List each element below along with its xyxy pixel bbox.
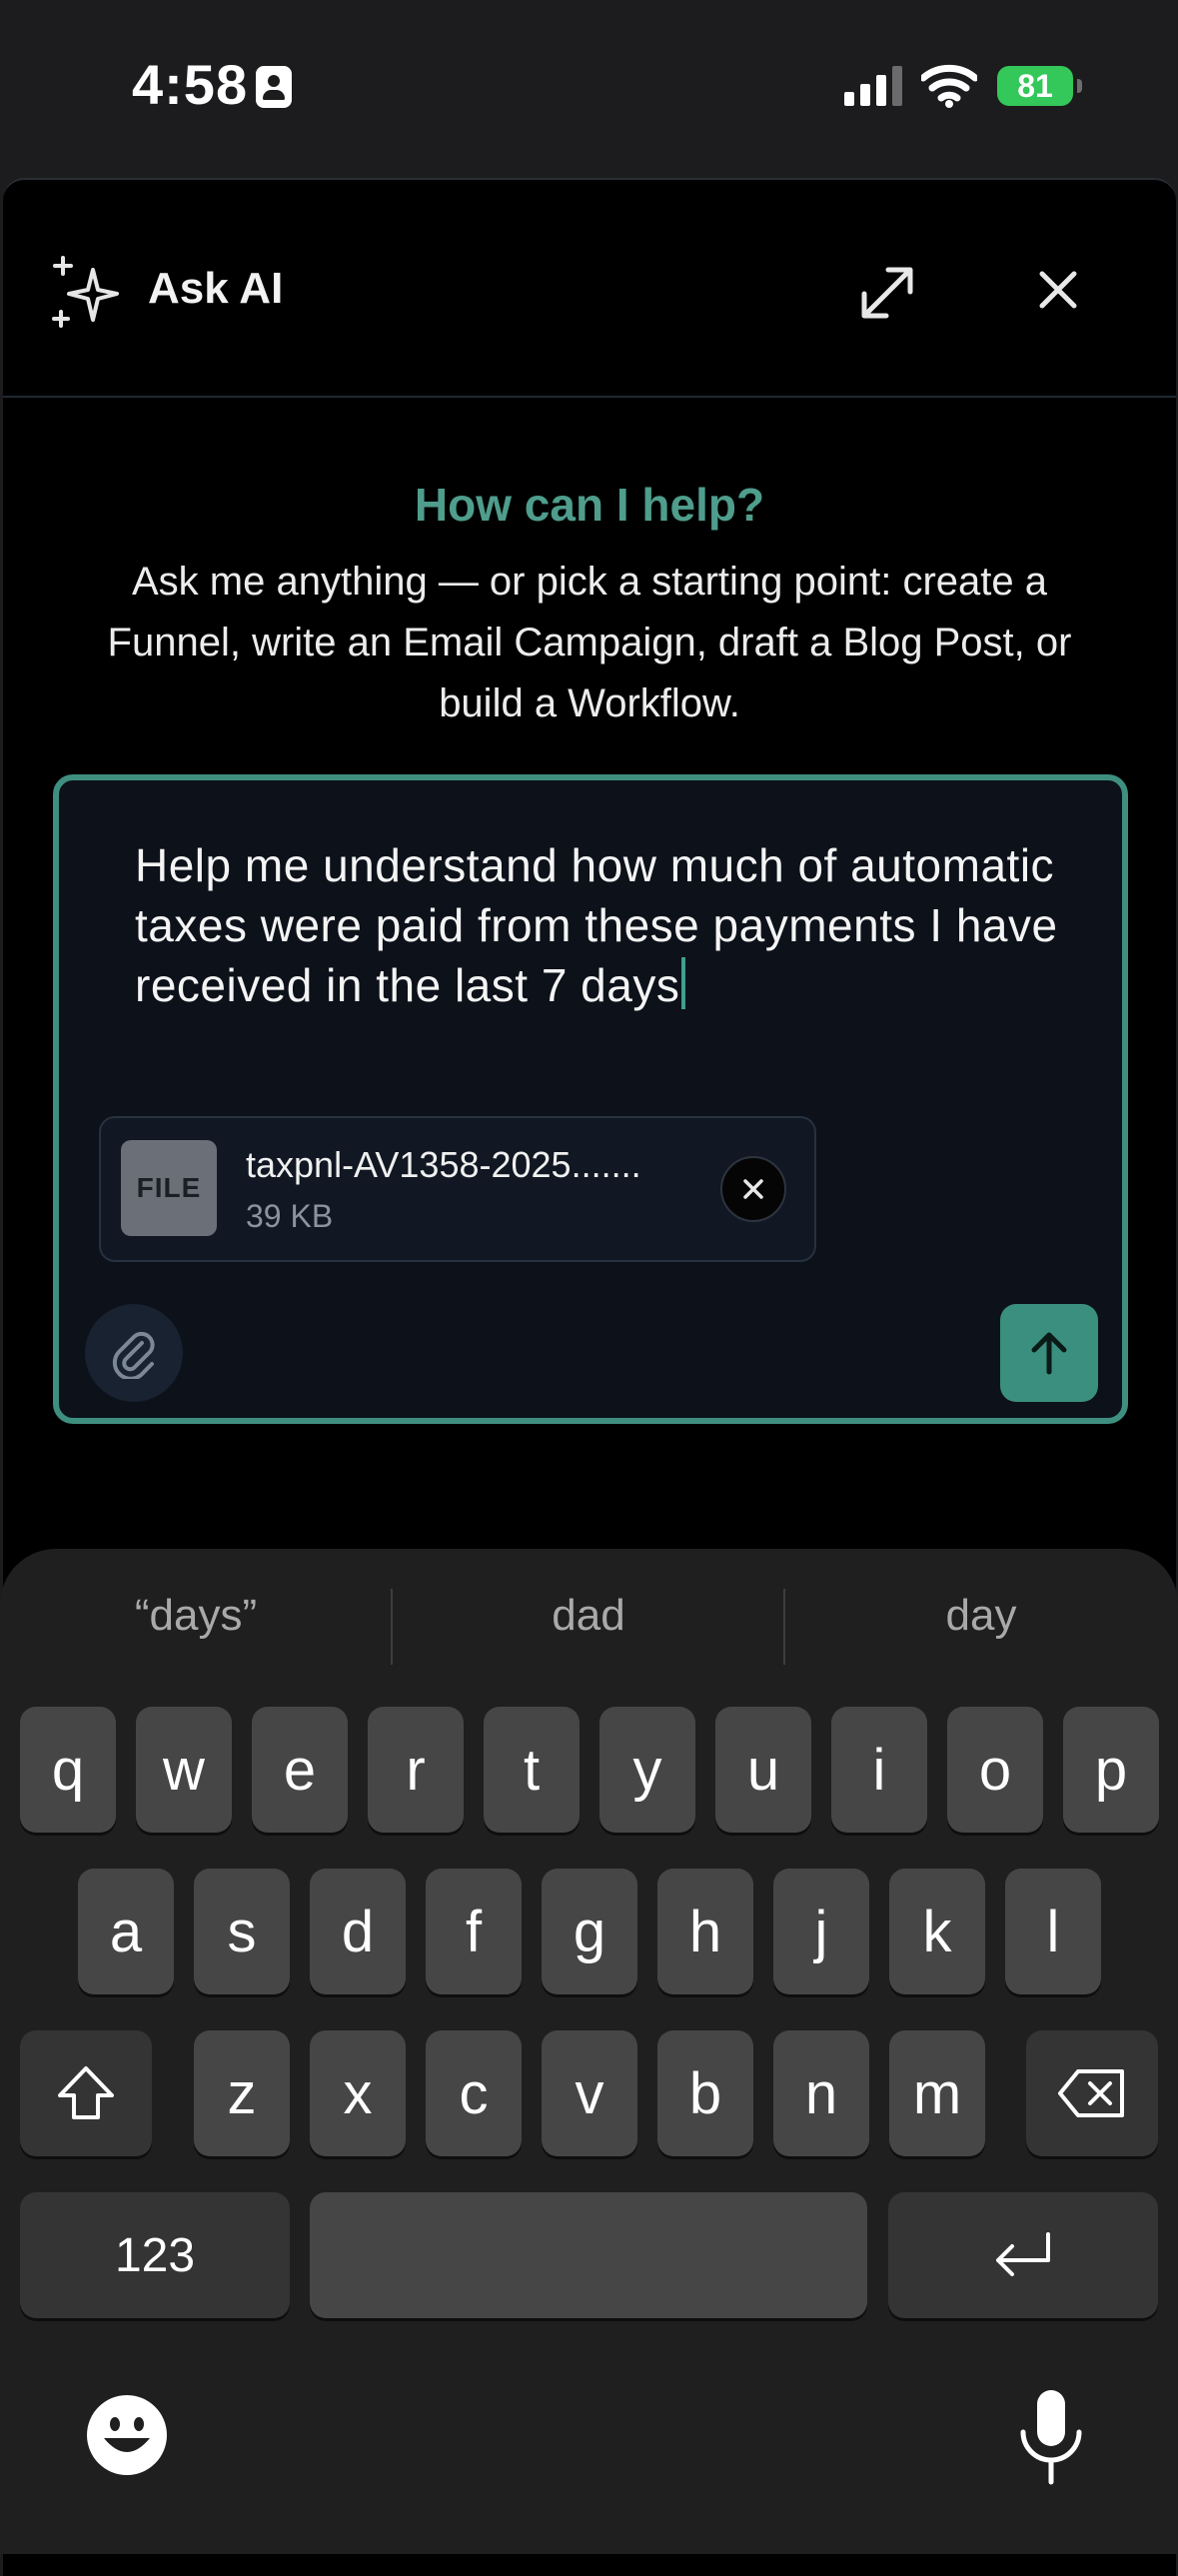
wifi-icon xyxy=(921,64,977,108)
file-type-badge: FILE xyxy=(121,1140,217,1236)
key-b[interactable]: b xyxy=(657,2030,753,2156)
microphone-icon[interactable] xyxy=(1017,2388,1085,2488)
help-subtitle: Ask me anything — or pick a starting poi… xyxy=(107,560,1072,725)
send-arrow-icon xyxy=(1031,1332,1067,1375)
shift-key[interactable] xyxy=(20,2030,152,2156)
key-t[interactable]: t xyxy=(484,1707,580,1833)
key-g[interactable]: g xyxy=(542,1869,637,1994)
key-p[interactable]: p xyxy=(1063,1707,1159,1833)
key-f[interactable]: f xyxy=(426,1869,522,1994)
key-v[interactable]: v xyxy=(542,2030,637,2156)
sparkle-icon xyxy=(52,256,119,328)
numbers-key[interactable]: 123 xyxy=(20,2192,290,2318)
key-u[interactable]: u xyxy=(715,1707,811,1833)
battery-level: 81 xyxy=(1017,67,1053,104)
remove-attachment-button[interactable] xyxy=(720,1156,786,1222)
help-heading: How can I help? xyxy=(414,479,765,531)
cellular-signal-icon xyxy=(844,66,902,106)
space-key[interactable] xyxy=(310,2192,867,2318)
key-n[interactable]: n xyxy=(773,2030,869,2156)
key-l[interactable]: l xyxy=(1005,1869,1101,1994)
attachment-name: taxpnl-AV1358-2025....... xyxy=(246,1144,641,1185)
key-d[interactable]: d xyxy=(310,1869,406,1994)
key-q[interactable]: q xyxy=(20,1707,116,1833)
key-c[interactable]: c xyxy=(426,2030,522,2156)
key-r[interactable]: r xyxy=(368,1707,464,1833)
paperclip-icon xyxy=(112,1331,155,1379)
key-e[interactable]: e xyxy=(252,1707,348,1833)
key-h[interactable]: h xyxy=(657,1869,753,1994)
key-i[interactable]: i xyxy=(831,1707,927,1833)
suggestion-item[interactable]: “days” xyxy=(0,1591,392,1641)
battery-indicator: 81 xyxy=(997,66,1082,106)
panel-title: Ask AI xyxy=(148,264,284,313)
prompt-composer[interactable]: Help me understand how much of automatic… xyxy=(53,774,1128,1424)
key-w[interactable]: w xyxy=(136,1707,232,1833)
shift-icon xyxy=(58,2066,114,2119)
backspace-icon xyxy=(1058,2069,1124,2117)
return-key[interactable] xyxy=(888,2192,1158,2318)
key-z[interactable]: z xyxy=(194,2030,290,2156)
text-caret xyxy=(681,957,686,1009)
return-icon xyxy=(996,2232,1050,2276)
attachment-size: 39 KB xyxy=(246,1198,334,1234)
panel-header: Ask AI xyxy=(3,180,1176,398)
autocomplete-bar: “days” dad day xyxy=(0,1549,1178,1699)
key-j[interactable]: j xyxy=(773,1869,869,1994)
backspace-key[interactable] xyxy=(1026,2030,1158,2156)
key-x[interactable]: x xyxy=(310,2030,406,2156)
key-k[interactable]: k xyxy=(889,1869,985,1994)
key-s[interactable]: s xyxy=(194,1869,290,1994)
key-o[interactable]: o xyxy=(947,1707,1043,1833)
attachment-chip[interactable]: FILE taxpnl-AV1358-2025....... 39 KB xyxy=(99,1116,816,1262)
attach-file-button[interactable] xyxy=(85,1304,183,1402)
suggestion-item[interactable]: day xyxy=(785,1591,1177,1641)
status-time: 4:58 xyxy=(132,53,249,116)
key-m[interactable]: m xyxy=(889,2030,985,2156)
suggestion-item[interactable]: dad xyxy=(393,1591,784,1641)
key-a[interactable]: a xyxy=(78,1869,174,1994)
status-bar: 4:58 81 xyxy=(0,0,1178,175)
prompt-text: Help me understand how much of automatic… xyxy=(135,839,1058,1011)
key-y[interactable]: y xyxy=(599,1707,695,1833)
close-icon xyxy=(743,1179,763,1199)
expand-icon[interactable] xyxy=(854,260,920,326)
close-icon[interactable] xyxy=(1032,264,1084,316)
contact-card-icon xyxy=(256,66,292,108)
send-button[interactable] xyxy=(1000,1304,1098,1402)
prompt-input[interactable]: Help me understand how much of automatic… xyxy=(135,835,1074,1015)
emoji-icon[interactable] xyxy=(86,2394,168,2476)
